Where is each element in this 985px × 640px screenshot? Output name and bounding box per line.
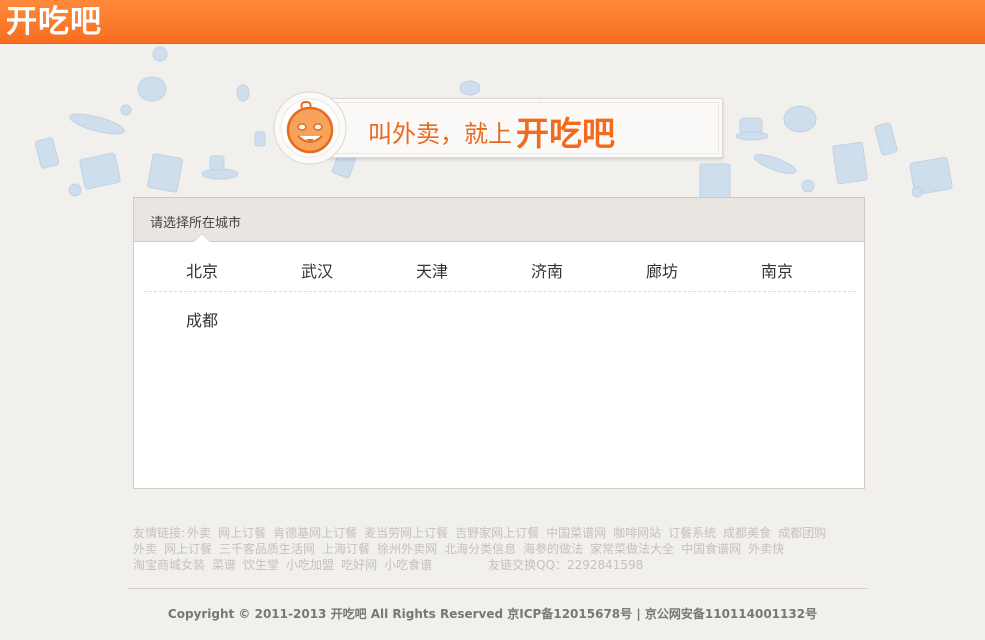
friend-link[interactable]: 麦当劳网上订餐 [364, 526, 448, 540]
small-cup-icon [120, 104, 132, 116]
tv-icon [79, 152, 121, 190]
city-row-2: 成都 [144, 292, 856, 342]
city-row-1: 北京 武汉 天津 济南 廊坊 南京 [144, 242, 856, 292]
fries-icon [147, 153, 183, 193]
friend-link[interactable]: 吉野家网上订餐 [455, 526, 539, 540]
friend-link[interactable]: 成都美食 [723, 526, 771, 540]
city-link-nanjing[interactable]: 南京 [761, 258, 793, 282]
friend-link[interactable]: 咖啡网站 [613, 526, 661, 540]
city-link-chengdu[interactable]: 成都 [186, 307, 218, 331]
dot-right-icon [801, 179, 815, 193]
friend-link[interactable]: 家常菜做法大全 [590, 542, 674, 556]
tray-right-icon [753, 154, 797, 174]
friend-link[interactable]: 北海分类信息 [444, 542, 516, 556]
slogan-brand: 开吃吧 [516, 114, 615, 153]
shaker-icon [254, 131, 266, 147]
plate-right-icon [783, 105, 817, 133]
friend-link[interactable]: 三千客品质生活网 [219, 542, 315, 556]
city-link-tianjin[interactable]: 天津 [416, 258, 448, 282]
city-panel-title: 请选择所在城市 [150, 216, 242, 231]
box-right-icon [699, 163, 731, 199]
slogan-text: 叫外卖，就上 开吃吧 [368, 107, 615, 155]
slogan-board: 叫外卖，就上 开吃吧 [327, 98, 723, 158]
cup-icon [34, 137, 60, 169]
city-select-panel: 请选择所在城市 北京 武汉 天津 济南 廊坊 南京 成都 [133, 197, 865, 489]
friend-link[interactable]: 成都团购 [778, 526, 826, 540]
slogan-prefix: 叫外卖，就上 [368, 120, 512, 148]
friend-link[interactable]: 菜谱 [212, 558, 236, 572]
site-logo[interactable]: 开吃吧 [6, 2, 102, 42]
city-link-beijing[interactable]: 北京 [186, 258, 218, 282]
friend-link[interactable]: 肯德基网上订餐 [273, 526, 357, 540]
city-link-langfang[interactable]: 廊坊 [646, 258, 678, 282]
friend-link[interactable]: 小吃加盟 [286, 558, 334, 572]
friend-link[interactable]: 饮生堂 [243, 558, 279, 572]
city-link-jinan[interactable]: 济南 [531, 258, 563, 282]
friend-links-label: 友情链接: [133, 526, 186, 540]
friend-link[interactable]: 外卖 [187, 526, 211, 540]
fries-right-icon [832, 141, 868, 185]
friend-link[interactable]: 网上订餐 [218, 526, 266, 540]
friend-link[interactable]: 中国食谱网 [681, 542, 741, 556]
friend-link[interactable]: 外卖快 [748, 542, 784, 556]
friend-link[interactable]: 吃好网 [341, 558, 377, 572]
friend-link[interactable]: 小吃食谱 [384, 558, 432, 572]
copyright-text: Copyright © 2011-2013 开吃吧 All Rights Res… [167, 607, 818, 621]
friend-link[interactable]: 海参的做法 [523, 542, 583, 556]
slogan-banner: 叫外卖，就上 开吃吧 [272, 90, 724, 166]
caret-up-icon [194, 234, 210, 242]
mascot-face-icon [272, 90, 348, 166]
city-panel-header: 请选择所在城市 [134, 198, 864, 242]
dot-right2-icon [911, 186, 923, 198]
friend-link[interactable]: 徐州外卖网 [377, 542, 437, 556]
bottle-right-icon [874, 122, 898, 156]
top-bar: 开吃吧 [0, 0, 985, 44]
bowl-icon [137, 76, 167, 102]
friend-links: 友情链接: 外卖 网上订餐 肯德基网上订餐 麦当劳网上订餐 吉野家网上订餐 中国菜谱网 咖啡网… [133, 525, 865, 573]
drop-icon [152, 46, 168, 62]
mug-icon [236, 84, 250, 102]
footer-divider [128, 588, 868, 589]
friend-link[interactable]: 中国菜谱网 [546, 526, 606, 540]
friend-link[interactable]: 上海订餐 [322, 542, 370, 556]
coffee-cup-icon [209, 155, 225, 171]
friend-link[interactable]: 外卖 [133, 542, 157, 556]
friend-link[interactable]: 订餐系统 [668, 526, 716, 540]
saucer-right-icon [735, 131, 769, 141]
link-exchange-text: 友链交换QQ：2292841598 [488, 558, 644, 572]
friend-link[interactable]: 淘宝商城女装 [133, 558, 205, 572]
plate-icon [69, 113, 125, 135]
cup2-icon [68, 183, 82, 197]
friend-link[interactable]: 网上订餐 [164, 542, 212, 556]
city-link-wuhan[interactable]: 武汉 [301, 258, 333, 282]
